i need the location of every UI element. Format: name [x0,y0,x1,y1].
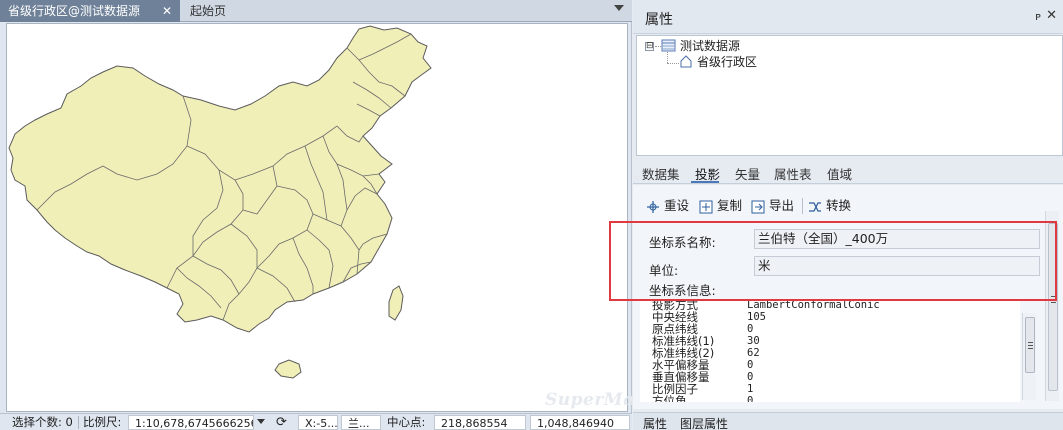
properties-header: 属性 ᴘ ✕ [633,0,1063,34]
center-x-input[interactable]: 218,868554 [434,415,526,430]
list-item-value: 0 [747,359,754,371]
pin-icon[interactable]: ᴘ [1035,10,1041,23]
tab-vector[interactable]: 矢量 [735,164,760,183]
tab-dataset[interactable]: 数据集 [642,164,680,183]
tree-item-label: 测试数据源 [680,39,741,53]
map-pane: 省级行政区@测试数据源 ✕ 起始页 SuperMap 选择个数: 0 比例尺: … [0,0,647,430]
china-map [8,25,432,379]
tab-properties[interactable]: 属性 [643,415,667,430]
grip-line [1051,296,1056,297]
scale-label: 比例尺: [83,415,122,429]
region-dataset-icon [680,55,692,68]
unit-label: 单位: [649,263,679,278]
tab-province-map[interactable]: 省级行政区@测试数据源 ✕ [0,0,180,22]
convert-label: 转换 [826,198,852,213]
panel-title: 属性 [645,12,673,28]
crs-name-label: 坐标系名称: [649,235,716,250]
china-map-outline [8,25,432,333]
datasource-icon [661,39,676,52]
y-coordinate-box: 兰... [341,415,381,430]
tab-label: 起始页 [190,4,227,18]
collapse-icon[interactable]: ⊟ [645,42,654,51]
center-label: 中心点: [387,415,426,429]
panel-scrollbar[interactable] [1045,211,1059,401]
export-button[interactable]: 导出 [751,197,794,215]
list-item-value: 62 [747,347,760,359]
center-y-input[interactable]: 1,048,846940 [530,415,630,430]
export-icon [751,200,765,213]
active-tab-indicator [691,181,719,183]
datasource-tree: ⊟ 测试数据源 省级行政区 [636,35,1063,156]
reset-button[interactable]: 重设 [646,197,689,215]
list-item-value: 0 [747,323,754,335]
scale-input[interactable]: 1:10,678,6745666256 [128,415,254,430]
unit-field: 米 [754,256,1040,276]
list-item-value: LambertConformalConic [747,301,880,311]
toolbar-divider [802,198,803,214]
tab-start-page[interactable]: 起始页 [182,0,234,22]
refresh-icon[interactable]: ⟳ [276,414,294,430]
copy-label: 复制 [717,198,743,213]
bottom-panel-tabs: 属性 图层属性 [633,412,1063,430]
crs-name-field: 兰伯特（全国）_400万 [754,229,1040,249]
tab-attribute-table[interactable]: 属性表 [774,164,812,183]
status-bar: 选择个数: 0 比例尺: 1:10,678,6745666256 ⟳ X:-5.… [0,413,632,430]
projection-toolbar: 重设 复制 导出 转换 [633,185,1063,221]
selected-count: 选择个数: 0 [12,415,73,429]
crs-info-list: 投影方式 LambertConformalConic 中央经线 105 原点纬线 0 … [640,301,1020,402]
close-icon[interactable]: ✕ [162,0,172,22]
reset-label: 重设 [664,198,690,213]
reset-icon [647,200,659,213]
grip-line [1051,299,1056,300]
map-canvas[interactable]: SuperMap [6,23,647,412]
copy-icon [699,200,713,213]
tree-item-dataset[interactable]: 省级行政区 [697,54,757,70]
crs-info-scrollbar[interactable] [1022,313,1036,400]
list-item-value: 1 [747,383,754,395]
scrollbar-thumb[interactable] [1025,317,1035,373]
hainan-island [274,359,302,379]
tree-item-label: 省级行政区 [697,55,758,69]
close-icon[interactable]: ✕ [1046,8,1057,23]
grip-line [1051,302,1056,303]
tab-value-range[interactable]: 值域 [827,164,852,183]
map-tab-bar: 省级行政区@测试数据源 ✕ 起始页 [0,0,632,22]
tab-layer-properties[interactable]: 图层属性 [680,415,728,430]
list-item-value: 30 [747,335,760,347]
chevron-down-icon[interactable] [257,419,265,424]
tree-item-datasource[interactable]: 测试数据源 [680,38,740,54]
crs-info-label: 坐标系信息: [649,283,716,298]
export-label: 导出 [769,198,795,213]
desktop-root: 省级行政区@测试数据源 ✕ 起始页 SuperMap 选择个数: 0 比例尺: … [0,0,1063,430]
tree-connector [667,63,679,64]
property-subtabs: 数据集 投影 矢量 属性表 值域 [633,158,1063,184]
grip-line [1028,342,1033,343]
tree-connector [667,52,668,63]
taiwan-island [388,285,404,321]
list-item-key: 方位角 [652,394,687,402]
chevron-down-icon[interactable] [614,5,624,11]
status-divider [78,416,79,429]
list-item-value: 105 [747,311,766,323]
scrollbar-thumb[interactable] [1048,223,1058,391]
tab-label: 省级行政区@测试数据源 [8,4,141,18]
list-item-value: 0 [747,371,754,383]
grip-line [1028,348,1033,349]
convert-button[interactable]: 转换 [808,197,851,215]
list-item-value: 0 [747,395,754,402]
x-coordinate-box: X:-5... [298,415,338,430]
convert-icon [809,201,821,212]
copy-button[interactable]: 复制 [699,197,742,215]
grip-line [1028,345,1033,346]
supermap-watermark: SuperMap [545,390,648,410]
